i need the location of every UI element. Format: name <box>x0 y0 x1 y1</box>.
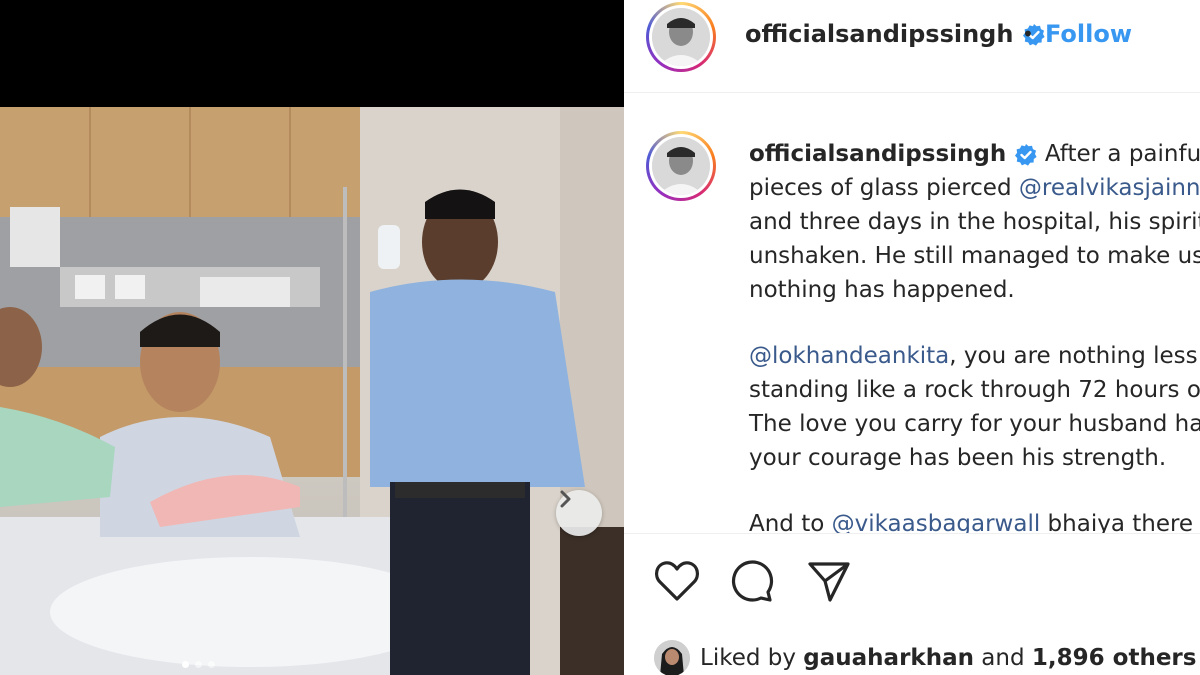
carousel-indicator <box>182 661 215 668</box>
liker-avatar[interactable] <box>654 640 690 675</box>
carousel-dot <box>208 661 215 668</box>
caption-line: unshaken. He still managed to make us <box>749 243 1200 269</box>
likes-summary: Liked by gauaharkhan and 1,896 others <box>654 638 1196 675</box>
share-icon[interactable] <box>806 559 852 603</box>
liker-username[interactable]: gauaharkhan <box>803 645 974 671</box>
caption-line: bhaiya there <box>1040 511 1194 533</box>
post-photo <box>0 107 624 675</box>
hospital-scene-image <box>0 107 624 675</box>
caption-text: officialsandipssingh After a painful a p… <box>749 137 1200 533</box>
carousel-dot <box>182 661 189 668</box>
caption-line: nothing has happened. <box>749 277 1015 303</box>
caption-line: pieces of glass pierced <box>749 175 1019 201</box>
likes-count[interactable]: 1,896 others <box>1032 645 1197 671</box>
likes-text: Liked by gauaharkhan and 1,896 others <box>700 645 1197 671</box>
next-image-button[interactable] <box>556 490 602 536</box>
caption-area: officialsandipssingh After a painful a p… <box>624 93 1200 533</box>
profile-avatar[interactable] <box>646 2 716 72</box>
post-panel: officialsandipssingh • Follow officialsa… <box>624 0 1200 675</box>
caption-avatar[interactable] <box>646 131 716 201</box>
avatar-image <box>652 8 710 66</box>
caption-line: , you are nothing less <box>949 343 1198 369</box>
caption-line: your courage has been his strength. <box>749 445 1167 471</box>
mention-link[interactable]: @realvikasjainn <box>1019 175 1200 201</box>
caption-line: and three days in the hospital, his spir… <box>749 209 1200 235</box>
header-username[interactable]: officialsandipssingh <box>745 20 1046 48</box>
caption-line: And to <box>749 511 832 533</box>
caption-username[interactable]: officialsandipssingh <box>749 141 1006 167</box>
comment-icon[interactable] <box>730 559 776 603</box>
mention-link[interactable]: @vikaasbagarwall <box>832 511 1041 533</box>
chevron-right-icon <box>560 490 571 508</box>
follow-button[interactable]: Follow <box>1045 20 1132 48</box>
carousel-dot <box>195 661 202 668</box>
mention-link[interactable]: @lokhandeankita <box>749 343 949 369</box>
post-media <box>0 0 624 675</box>
verified-badge-icon <box>1014 143 1037 166</box>
caption-line: After a painful a <box>1044 141 1200 167</box>
post-header: officialsandipssingh • Follow <box>624 0 1200 93</box>
separator-dot: • <box>1022 22 1034 46</box>
caption-line: standing like a rock through 72 hours o <box>749 377 1200 403</box>
avatar-image <box>652 137 710 195</box>
heart-icon[interactable] <box>654 559 700 603</box>
caption-line: The love you carry for your husband ha <box>749 411 1200 437</box>
action-bar: Liked by gauaharkhan and 1,896 others <box>624 533 1200 675</box>
